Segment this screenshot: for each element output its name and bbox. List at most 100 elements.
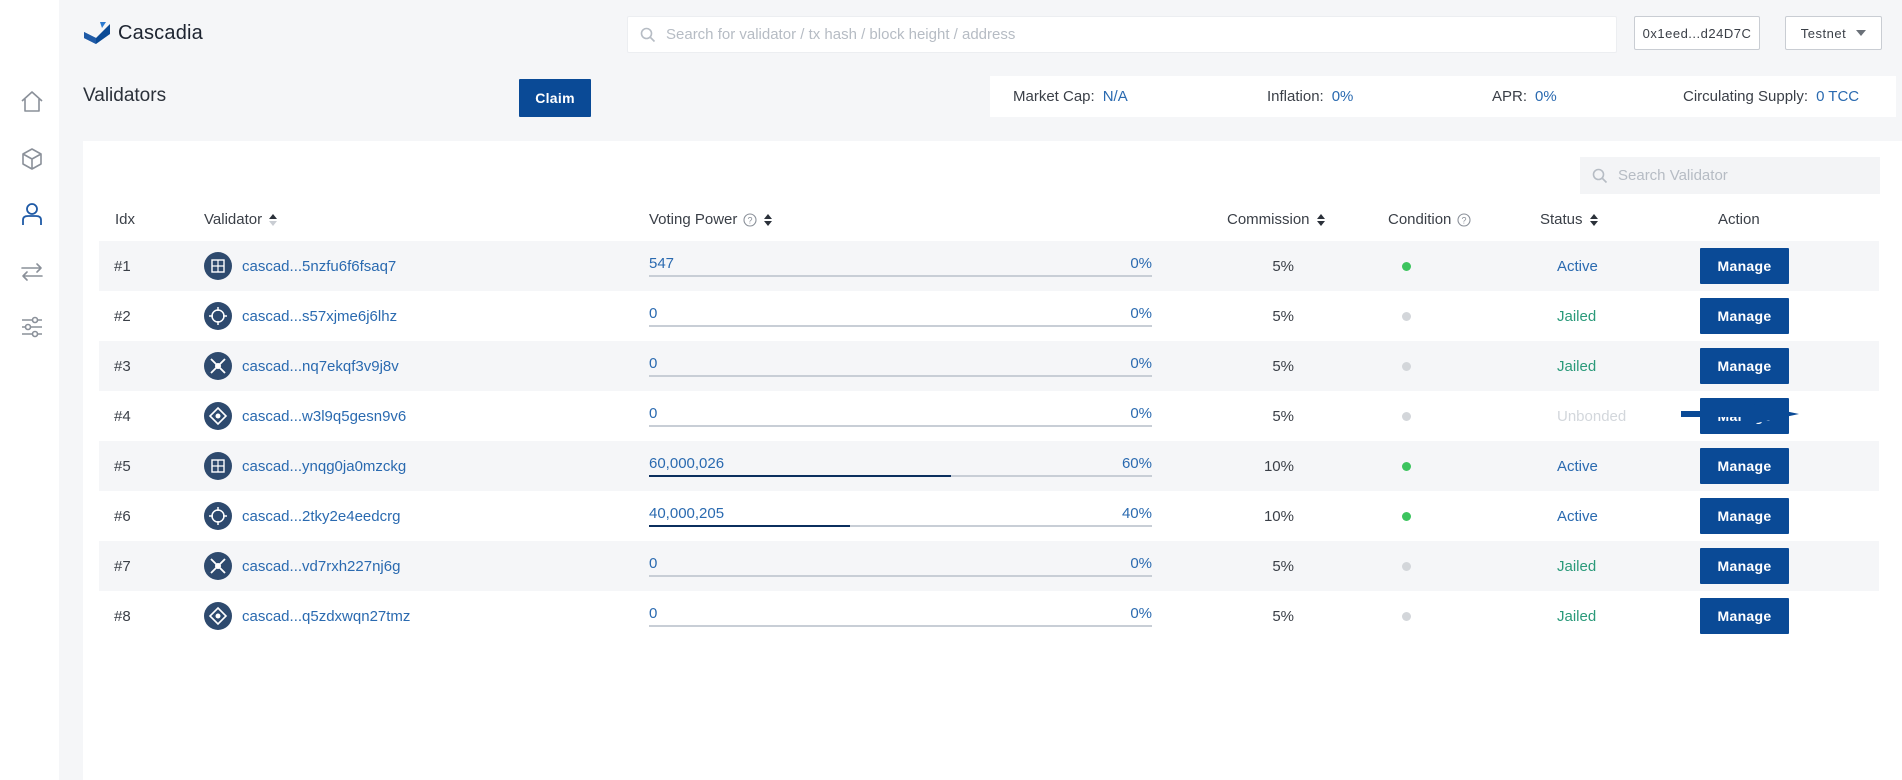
global-search-input[interactable] (666, 26, 1616, 43)
validator-link[interactable]: cascad...s57xjme6j6lhz (204, 291, 397, 341)
commission: 5% (1272, 357, 1294, 375)
voting-power-percent: 0% (1130, 355, 1152, 372)
voting-power-bar (649, 625, 1152, 627)
voting-power-percent: 0% (1130, 605, 1152, 622)
sort-icon (1589, 213, 1598, 226)
voting-power-bar-fill (649, 525, 851, 527)
voting-power-bar (649, 425, 1152, 427)
voting-power: 40,000,205 40% (649, 491, 1152, 541)
status-badge: Active (1557, 457, 1598, 475)
condition-indicator (1399, 441, 1413, 491)
stat-apr: APR: 0% (1492, 88, 1557, 105)
col-commission[interactable]: Commission (1227, 211, 1326, 228)
stat-circulating-supply: Circulating Supply: 0 TCC (1683, 88, 1860, 105)
chevron-down-icon (1856, 30, 1867, 36)
voting-power-value: 60,000,026 (649, 455, 725, 472)
voting-power: 0 0% (649, 341, 1152, 391)
row-index: #5 (114, 457, 131, 475)
voting-power-percent: 0% (1130, 255, 1152, 272)
validator-avatar-icon (204, 602, 232, 630)
validator-link[interactable]: cascad...w3l9q5gesn9v6 (204, 391, 406, 441)
home-icon[interactable] (19, 89, 45, 115)
help-icon[interactable]: ? (1457, 212, 1471, 227)
validator-link[interactable]: cascad...q5zdxwqn27tmz (204, 591, 410, 641)
status-dot (1401, 261, 1411, 271)
voting-power-percent: 40% (1121, 505, 1152, 522)
validator-name: cascad...ynqg0ja0mzckg (242, 457, 407, 475)
wallet-address-button[interactable]: 0x1eed...d24D7C (1634, 16, 1760, 50)
sort-icon (1316, 213, 1325, 226)
table-row: #7 cascad...vd7rxh227nj6g 0 0% 5% Jailed… (99, 541, 1879, 591)
network-select[interactable]: Testnet (1785, 16, 1882, 50)
validator-search[interactable] (1580, 157, 1880, 194)
row-index: #1 (114, 257, 131, 275)
condition-indicator (1399, 391, 1413, 441)
claim-button[interactable]: Claim (519, 79, 591, 117)
manage-button[interactable]: Manage (1700, 448, 1789, 484)
validator-avatar-icon (204, 402, 232, 430)
validator-search-input[interactable] (1618, 167, 1880, 184)
col-action: Action (1718, 211, 1760, 228)
manage-button[interactable]: Manage (1700, 548, 1789, 584)
validator-link[interactable]: cascad...nq7ekqf3v9j8v (204, 341, 399, 391)
validator-link[interactable]: cascad...ynqg0ja0mzckg (204, 441, 406, 491)
global-search[interactable] (627, 16, 1617, 53)
manage-button[interactable]: Manage (1700, 598, 1789, 634)
voting-power-bar-fill (649, 475, 951, 477)
commission: 5% (1272, 407, 1294, 425)
network-label: Testnet (1800, 25, 1847, 41)
condition-indicator (1399, 591, 1413, 641)
validator-name: cascad...2tky2e4eedcrg (242, 507, 401, 525)
validator-avatar-icon (204, 552, 232, 580)
action-cell: Manage (1700, 341, 1789, 391)
validator-link[interactable]: cascad...5nzfu6f6fsaq7 (204, 241, 396, 291)
transfer-icon[interactable] (19, 259, 45, 285)
status-badge: Active (1557, 507, 1598, 525)
condition-indicator (1399, 491, 1413, 541)
status-badge: Jailed (1557, 307, 1597, 325)
validator-name: cascad...5nzfu6f6fsaq7 (242, 257, 397, 275)
manage-button[interactable]: Manage (1700, 348, 1789, 384)
validator-avatar-icon (204, 452, 232, 480)
voting-power-value: 547 (649, 255, 675, 272)
validator-avatar-icon (204, 302, 232, 330)
table-header: Idx Validator Voting Power ? Commission … (83, 201, 1902, 237)
col-idx: Idx (115, 211, 136, 228)
sliders-icon[interactable] (19, 314, 45, 340)
validator-name: cascad...w3l9q5gesn9v6 (242, 407, 407, 425)
status-dot (1401, 311, 1411, 321)
stats-bar: Market Cap: N/A Inflation: 0% APR: 0% Circu… (990, 76, 1896, 117)
voting-power-bar (649, 325, 1152, 327)
voting-power-bar (649, 525, 1152, 527)
user-icon[interactable] (19, 201, 45, 227)
validator-name: cascad...nq7ekqf3v9j8v (242, 357, 399, 375)
col-validator[interactable]: Validator (204, 211, 278, 228)
stat-inflation: Inflation: 0% (1267, 88, 1354, 105)
cube-icon[interactable] (19, 146, 45, 172)
svg-text:?: ? (1462, 215, 1467, 225)
voting-power-value: 0 (649, 605, 658, 622)
manage-button[interactable]: Manage (1700, 298, 1789, 334)
help-icon[interactable]: ? (743, 212, 757, 227)
sidebar (0, 0, 59, 780)
commission: 5% (1272, 307, 1294, 325)
validator-link[interactable]: cascad...2tky2e4eedcrg (204, 491, 400, 541)
app-logo[interactable]: Cascadia (82, 20, 203, 46)
manage-button[interactable]: Manage (1700, 498, 1789, 534)
search-icon (640, 27, 656, 42)
col-voting-power[interactable]: Voting Power ? (649, 211, 773, 228)
validator-avatar-icon (204, 252, 232, 280)
stat-market-cap: Market Cap: N/A (1013, 88, 1128, 105)
voting-power-value: 40,000,205 (649, 505, 725, 522)
voting-power: 0 0% (649, 591, 1152, 641)
col-status[interactable]: Status (1540, 211, 1599, 228)
voting-power-bar (649, 275, 1152, 277)
voting-power: 0 0% (649, 541, 1152, 591)
voting-power-bar (649, 375, 1152, 377)
table-row: #8 cascad...q5zdxwqn27tmz 0 0% 5% Jailed… (99, 591, 1879, 641)
voting-power-percent: 0% (1130, 555, 1152, 572)
manage-button[interactable]: Manage (1700, 248, 1789, 284)
action-cell: Manage (1700, 491, 1789, 541)
validator-link[interactable]: cascad...vd7rxh227nj6g (204, 541, 400, 591)
validator-avatar-icon (204, 352, 232, 380)
